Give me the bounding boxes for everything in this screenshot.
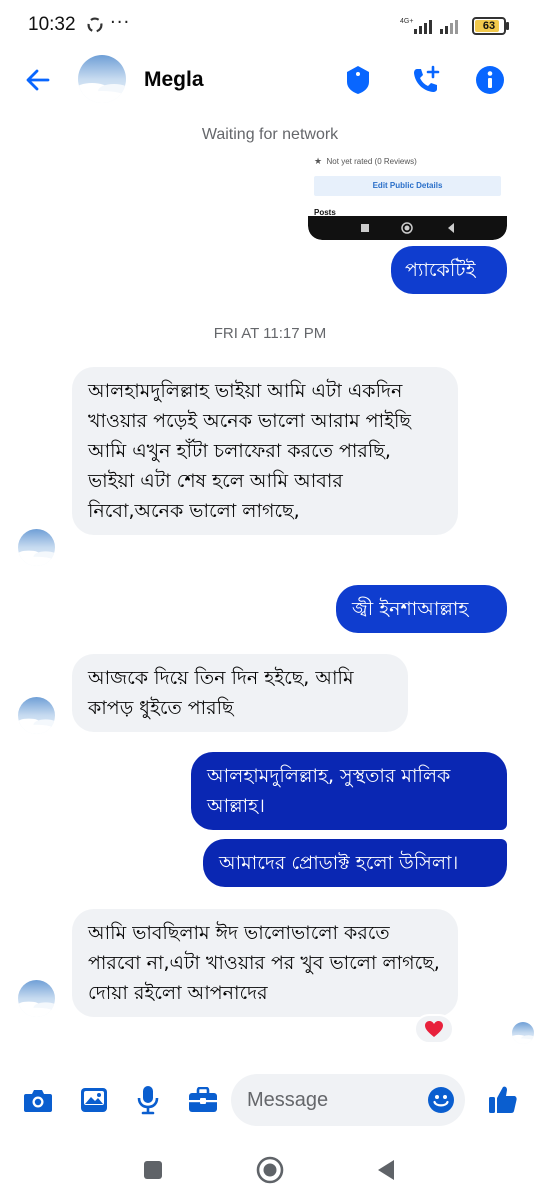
battery-icon: 63	[472, 17, 506, 35]
nav-square-icon	[144, 1161, 162, 1179]
emoji-button[interactable]	[425, 1084, 457, 1116]
camera-icon	[24, 1090, 52, 1112]
message-outgoing[interactable]: জ্বী ইনশাআল্লাহ	[336, 585, 507, 633]
emoji-icon	[428, 1087, 454, 1113]
recents-button[interactable]	[135, 1152, 171, 1188]
microphone-icon	[137, 1086, 159, 1115]
info-icon	[476, 66, 504, 94]
back-button[interactable]	[20, 62, 56, 98]
back-nav-button[interactable]	[368, 1152, 404, 1188]
thumbs-up-icon	[489, 1086, 517, 1113]
system-nav-bar	[0, 1140, 540, 1200]
gallery-button[interactable]	[76, 1082, 112, 1118]
info-button[interactable]	[472, 62, 508, 98]
status-bar: 10:32 ··· 4G+ 63	[0, 0, 540, 52]
shield-icon	[347, 66, 369, 94]
timestamp: FRI AT 11:17 PM	[213, 325, 327, 342]
shield-button[interactable]	[340, 62, 376, 98]
back-arrow-icon	[26, 69, 50, 91]
video-call-add-icon	[414, 65, 440, 92]
message-outgoing[interactable]: প্যাকেটিই	[391, 246, 507, 294]
message-reaction[interactable]	[414, 1014, 454, 1044]
message-incoming[interactable]: আলহামদুলিল্লাহ ভাইয়া আমি এটা একদিন খাওয…	[72, 367, 458, 535]
nav-back-icon	[378, 1160, 394, 1180]
sender-avatar[interactable]	[18, 980, 55, 1017]
message-outgoing[interactable]: আমাদের প্রোডাক্ট হলো উসিলা।	[203, 839, 507, 887]
gallery-icon	[81, 1088, 107, 1112]
call-add-button[interactable]	[408, 62, 444, 98]
message-incoming[interactable]: আজকে দিয়ে তিন দিন হইছে, আমি কাপড় ধুইতে…	[72, 654, 408, 732]
sender-avatar[interactable]	[18, 697, 55, 734]
business-tools-button[interactable]	[185, 1082, 221, 1118]
sender-avatar[interactable]	[18, 529, 55, 566]
home-button[interactable]	[252, 1152, 288, 1188]
nav-home-icon	[256, 1156, 284, 1184]
more-notifications-icon: ···	[110, 12, 131, 33]
shot-rating-text: ★ Not yet rated (0 Reviews)	[314, 156, 417, 166]
signal-icon: 4G+	[400, 18, 458, 34]
shot-edit-button: Edit Public Details	[314, 176, 501, 196]
briefcase-icon	[189, 1087, 217, 1112]
heart-icon	[425, 1021, 443, 1037]
read-receipt-avatar	[512, 1022, 534, 1044]
status-time: 10:32	[28, 14, 76, 35]
voice-button[interactable]	[130, 1082, 166, 1118]
message-input[interactable]	[247, 1074, 417, 1126]
chat-header: Megla	[0, 52, 540, 108]
camera-button[interactable]	[20, 1082, 56, 1118]
svg-text:4G+: 4G+	[400, 18, 413, 25]
battery-level: 63	[482, 20, 496, 32]
contact-name[interactable]: Megla	[144, 68, 204, 92]
composer-bar	[0, 1068, 540, 1132]
message-outgoing[interactable]: আলহামদুলিল্লাহ, সুস্থতার মালিক আল্লাহ।	[191, 752, 507, 830]
message-input-field[interactable]	[231, 1074, 465, 1126]
sync-icon	[87, 17, 103, 33]
contact-avatar[interactable]	[78, 55, 126, 103]
message-incoming[interactable]: আমি ভাবছিলাম ঈদ ভালোভালো করতে পারবো না,এ…	[72, 909, 458, 1017]
shot-nav-bar	[308, 216, 507, 240]
network-status: Waiting for network	[201, 126, 339, 143]
shared-screenshot[interactable]: ★ Not yet rated (0 Reviews) Edit Public …	[308, 150, 507, 240]
like-button[interactable]	[485, 1082, 521, 1118]
